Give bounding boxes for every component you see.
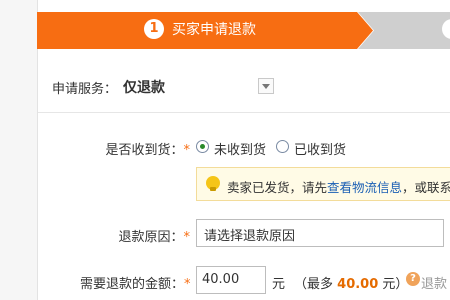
notice-text: 卖家已发货，请先查看物流信息，或联系卖 xyxy=(227,177,450,196)
required-mark: * xyxy=(183,230,191,245)
lightbulb-icon xyxy=(206,176,220,191)
radio-not-received-label[interactable]: 未收到货 xyxy=(214,139,266,158)
radio-received-label[interactable]: 已收到货 xyxy=(294,139,346,158)
divider xyxy=(38,112,450,113)
required-mark: * xyxy=(184,277,191,292)
step-active-label: 买家申请退款 xyxy=(172,22,256,38)
refund-reason-label: 退款原因：* xyxy=(100,226,190,245)
radio-received[interactable] xyxy=(276,140,289,153)
amount-max-hint: （最多 40.00 元） xyxy=(294,273,408,292)
amount-max-value: 40.00 xyxy=(337,277,379,292)
refund-amount-input[interactable]: 40.00 xyxy=(196,266,266,294)
service-dropdown-button[interactable] xyxy=(258,78,274,94)
notice-text-before: 卖家已发货，请先 xyxy=(227,180,328,195)
amount-unit: 元 xyxy=(272,277,286,292)
refund-help-text[interactable]: 退款 xyxy=(421,273,447,292)
received-goods-label-text: 是否收到货： xyxy=(105,143,184,158)
notice-text-after: ，或联系卖 xyxy=(402,180,450,195)
amount-max-suffix: 元） xyxy=(382,277,409,292)
refund-reason-select[interactable]: 请选择退款原因 xyxy=(196,219,444,247)
radio-not-received[interactable] xyxy=(196,140,209,153)
received-goods-label: 是否收到货：* xyxy=(100,139,190,158)
refund-amount-label: 需要退款的金额：* xyxy=(80,273,191,292)
amount-max-prefix: （最多 xyxy=(294,277,334,292)
service-value: 仅退款 xyxy=(123,80,165,96)
question-icon[interactable]: ? xyxy=(406,272,420,286)
view-logistics-link[interactable]: 查看物流信息 xyxy=(327,180,402,195)
service-label: 申请服务： xyxy=(52,82,118,97)
required-mark: * xyxy=(183,143,191,158)
refund-amount-label-text: 需要退款的金额： xyxy=(80,277,185,292)
refund-reason-label-text: 退款原因： xyxy=(118,230,184,245)
shipping-notice: 卖家已发货，请先查看物流信息，或联系卖 xyxy=(196,167,450,201)
step-number-badge: 1 xyxy=(144,19,164,39)
